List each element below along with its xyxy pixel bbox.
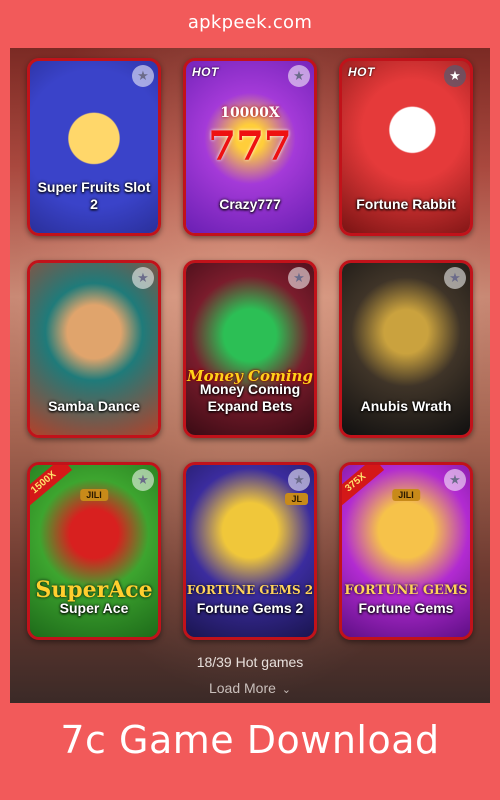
star-icon[interactable]: ★ <box>444 469 466 491</box>
site-name: apkpeek.com <box>187 12 313 33</box>
art-multiplier-text: 10000X <box>220 105 280 121</box>
hot-badge: HOT <box>348 65 375 79</box>
game-card-money-coming[interactable]: Money Coming ★ Money Coming Expand Bets <box>183 260 317 438</box>
star-icon[interactable]: ★ <box>132 267 154 289</box>
jili-logo: JILI <box>392 489 420 501</box>
game-card-anubis-wrath[interactable]: ★ Anubis Wrath <box>339 260 473 438</box>
load-more-button[interactable]: Load More ⌄ <box>10 680 490 696</box>
game-card-super-ace[interactable]: 1500X JILI SuperAce ★ Super Ace <box>27 462 161 640</box>
star-icon[interactable]: ★ <box>288 65 310 87</box>
game-title: Super Ace <box>59 600 129 616</box>
star-icon[interactable]: ★ <box>288 469 310 491</box>
game-card-samba-dance[interactable]: ★ Samba Dance <box>27 260 161 438</box>
game-title: Anubis Wrath <box>360 398 452 414</box>
star-icon[interactable]: ★ <box>288 267 310 289</box>
game-title: Super Fruits Slot 2 <box>37 179 151 212</box>
app-screen: ★ Super Fruits Slot 2 10000X 777 HOT ★ C… <box>10 48 490 703</box>
page-headline: 7c Game Download <box>60 718 440 762</box>
hot-badge: HOT <box>192 65 219 79</box>
star-icon[interactable]: ★ <box>444 65 466 87</box>
game-title: Fortune Gems 2 <box>196 600 304 616</box>
game-card-super-fruits-slot-2[interactable]: ★ Super Fruits Slot 2 <box>27 58 161 236</box>
game-grid: ★ Super Fruits Slot 2 10000X 777 HOT ★ C… <box>27 58 473 640</box>
game-card-fortune-rabbit[interactable]: HOT ★ Fortune Rabbit <box>339 58 473 236</box>
game-title: Money Coming Expand Bets <box>199 381 301 414</box>
game-title: Samba Dance <box>48 398 140 414</box>
hot-games-count: 18/39 Hot games <box>196 654 304 670</box>
game-title: Fortune Rabbit <box>356 196 456 212</box>
chevron-down-icon: ⌄ <box>281 684 292 696</box>
game-title: Crazy777 <box>219 196 281 212</box>
art-777: 777 <box>208 123 292 170</box>
art-logo-text: FORTUNE GEMS 2 <box>186 583 314 597</box>
game-card-crazy777[interactable]: 10000X 777 HOT ★ Crazy777 <box>183 58 317 236</box>
art-logo-text: FORTUNE GEMS <box>344 583 468 598</box>
jili-logo: JL <box>285 493 308 505</box>
game-card-fortune-gems-2[interactable]: JL FORTUNE GEMS 2 ★ Fortune Gems 2 <box>183 462 317 640</box>
jili-logo: JILI <box>80 489 108 501</box>
game-title: Fortune Gems <box>358 600 454 616</box>
game-card-fortune-gems[interactable]: 375X JILI FORTUNE GEMS ★ Fortune Gems <box>339 462 473 640</box>
star-icon[interactable]: ★ <box>444 267 466 289</box>
star-icon[interactable]: ★ <box>132 65 154 87</box>
star-icon[interactable]: ★ <box>132 469 154 491</box>
load-more-label: Load More <box>208 680 276 696</box>
